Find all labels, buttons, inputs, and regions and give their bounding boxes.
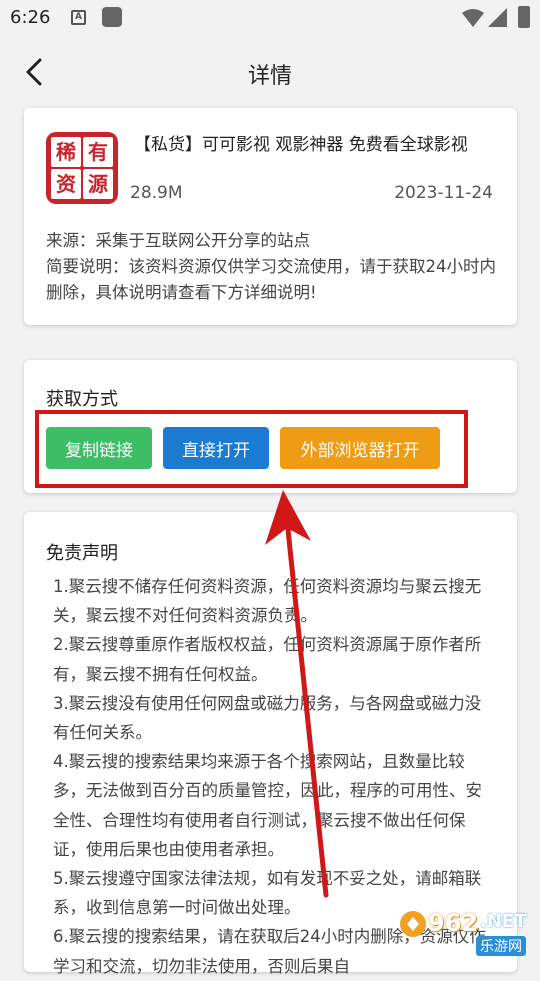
logo-char: 稀 xyxy=(51,137,81,167)
watermark-site: 乐游网 xyxy=(476,936,526,956)
access-title: 获取方式 xyxy=(46,389,118,410)
status-bar: 6:26 A xyxy=(0,0,540,36)
watermark-net: .NET xyxy=(480,911,527,932)
status-time: 6:26 xyxy=(10,7,51,28)
notification-icon: A xyxy=(71,10,86,25)
top-bar: 详情 xyxy=(0,36,540,108)
page-title: 详情 xyxy=(247,64,292,89)
logo-char: 资 xyxy=(51,169,81,199)
app-notification-icon xyxy=(102,7,122,27)
logo-char: 源 xyxy=(83,169,113,199)
app-name: 【私货】可可影视 观影神器 免费看全球影视 xyxy=(134,135,468,155)
disclaimer-card: 免责声明 1.聚云搜不储存任何资料资源，任何资料资源均与聚云搜无关，聚云搜不对任… xyxy=(24,512,517,976)
app-size: 28.9M xyxy=(130,183,183,203)
logo-char: 有 xyxy=(83,137,113,167)
disclaimer-title: 免责声明 xyxy=(46,543,118,564)
app-description: 来源：采集于互联网公开分享的站点 简要说明：该资料资源仅供学习交流使用，请于获取… xyxy=(46,228,501,306)
app-info-card: 稀 有 资 源 【私货】可可影视 观影神器 免费看全球影视 28.9M 2023… xyxy=(24,108,517,325)
app-note: 简要说明：该资料资源仅供学习交流使用，请于获取24小时内删除，具体说明请查看下方… xyxy=(46,257,496,302)
disclaimer-item: 1.聚云搜不储存任何资料资源，任何资料资源均与聚云搜无关，聚云搜不对任何资料资源… xyxy=(53,577,482,626)
watermark-icon xyxy=(400,911,426,937)
signal-icon xyxy=(488,8,507,27)
wifi-icon xyxy=(462,9,484,27)
watermark-number: 962 xyxy=(428,909,479,937)
app-date: 2023-11-24 xyxy=(394,183,493,203)
app-source: 来源：采集于互联网公开分享的站点 xyxy=(46,231,310,250)
watermark-logo: 962 .NET 乐游网 xyxy=(398,905,538,960)
highlight-box xyxy=(35,410,468,488)
app-logo: 稀 有 资 源 xyxy=(46,132,118,204)
disclaimer-item: 4.聚云搜的搜索结果均来源于各个搜索网站，且数量比较多，无法做到百分百的质量管控… xyxy=(53,752,482,859)
battery-icon xyxy=(518,6,530,28)
disclaimer-item: 2.聚云搜尊重原作者版权权益，任何资料资源属于原作者所有，聚云搜不拥有任何权益。 xyxy=(53,635,482,684)
disclaimer-item: 3.聚云搜没有使用任何网盘或磁力服务，与各网盘或磁力没有任何关系。 xyxy=(53,693,482,743)
